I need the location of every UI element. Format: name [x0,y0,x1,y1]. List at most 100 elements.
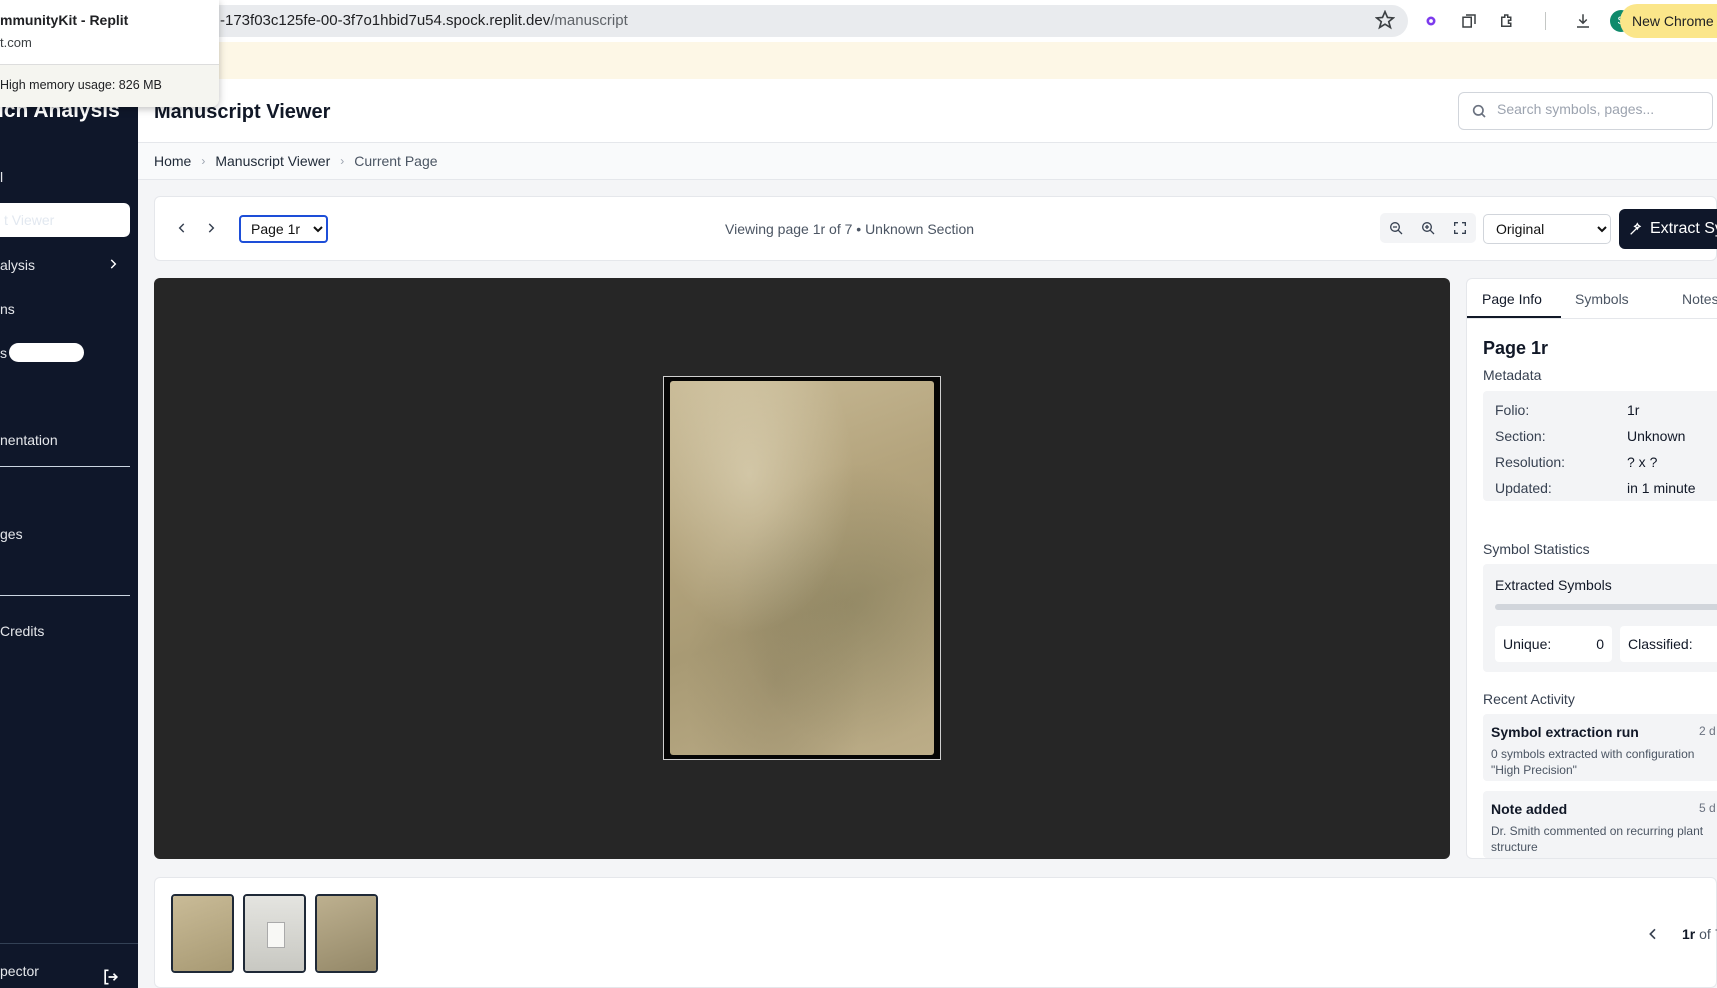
sidebar-item-label: t Viewer [4,212,55,228]
zoom-in-icon[interactable] [1420,220,1436,236]
hover-card-domain: t.com [0,35,32,50]
unique-value: 0 [1596,636,1604,652]
activity-description: 0 symbols extracted with configuration "… [1491,747,1695,777]
metadata-label: Section: [1495,428,1546,444]
extracted-symbols-label: Extracted Symbols [1495,577,1612,593]
hover-card-title: mmunityKit - Replit [0,12,129,28]
tab-page-info[interactable]: Page Info [1482,291,1542,307]
unique-label: Unique: [1503,636,1552,652]
sidebar-divider [0,595,130,596]
metadata-heading: Metadata [1483,367,1542,383]
metadata-value: ? x ? [1627,454,1658,470]
page-select[interactable]: Page 1r [239,215,328,243]
thumbnail-strip: 1r of 7 [154,877,1717,988]
folio-image [670,381,934,755]
download-icon[interactable] [1572,10,1594,32]
wand-icon [1630,222,1642,235]
view-mode-select[interactable]: Original [1483,214,1611,244]
active-tab-indicator [1467,316,1561,318]
search-icon [1472,104,1486,118]
metadata-label: Updated: [1495,480,1552,496]
page-header: Manuscript Viewer [138,79,1717,143]
fullscreen-icon[interactable] [1452,220,1468,236]
extract-button-label: Extract Sy [1650,220,1717,237]
viewer-toolbar: Page 1r Viewing page 1r of 7 • Unknown S… [154,196,1717,261]
sidebar-item-symbols[interactable]: s [0,345,7,361]
activity-description: Dr. Smith commented on recurring plant s… [1491,824,1704,854]
breadcrumb-manuscript-viewer[interactable]: Manuscript Viewer [215,153,330,169]
sidebar-footer-divider [0,943,138,944]
activity-title: Symbol extraction run [1491,724,1639,740]
panel-page-title: Page 1r [1483,338,1549,358]
activity-item: Symbol extraction run 2 d 0 symbols extr… [1483,714,1717,781]
unique-count-card: Unique: 0 [1495,626,1612,662]
breadcrumb-current: Current Page [354,153,438,169]
sidebar-item-dashboard[interactable]: l [0,169,3,185]
extensions-icon[interactable] [1496,10,1518,32]
browser-toolbar: -173f03c125fe-00-3f7o1hbid7u54.spock.rep… [0,0,1717,42]
viewing-status: Viewing page 1r of 7 • Unknown Section [725,221,975,237]
divider-icon [1534,10,1556,32]
sidebar-footer-user: pector [0,963,39,979]
classified-count-card: Classified: [1620,626,1717,662]
pager-suffix: of 7 [1699,926,1717,942]
breadcrumb-home[interactable]: Home [154,153,191,169]
sidebar-divider [0,466,130,467]
next-page-button[interactable] [198,215,224,241]
recent-activity-heading: Recent Activity [1483,691,1575,707]
breadcrumb: Home › Manuscript Viewer › Current Page [154,153,438,169]
pager-status: 1r of 7 [1682,926,1717,942]
sidebar-item-manuscript-viewer[interactable]: t Viewer [0,203,130,237]
bookmark-star-icon[interactable] [1375,10,1395,30]
manuscript-canvas[interactable] [154,278,1450,859]
folio-image-frame [663,376,941,760]
sidebar-item-credits[interactable]: Credits [0,623,44,639]
breadcrumb-separator-icon: › [340,154,345,168]
url-path: /manuscript [550,12,628,29]
info-panel: Page Info Symbols Notes Page 1r Metadata… [1466,278,1717,859]
prev-page-button[interactable] [169,215,195,241]
symbol-statistics-box: Extracted Symbols Unique: 0 Classified: [1483,564,1717,672]
notice-bar [0,42,1717,79]
extract-symbols-button[interactable]: Extract Sy [1619,209,1717,249]
new-chrome-button[interactable]: New Chrome a [1620,4,1717,38]
page-thumbnail[interactable] [171,894,234,973]
chevron-left-icon[interactable] [1645,926,1661,942]
metadata-value: Unknown [1627,428,1686,444]
extracted-progress-bar [1495,604,1717,610]
metadata-value: 1r [1627,402,1640,418]
search-box[interactable] [1458,92,1713,130]
search-input[interactable] [1497,101,1697,117]
chevron-left-icon [178,223,185,233]
activity-title: Note added [1491,801,1568,817]
url-text[interactable]: -173f03c125fe-00-3f7o1hbid7u54.spock.rep… [220,12,628,29]
zoom-controls [1380,213,1476,243]
metadata-label: Resolution: [1495,454,1566,470]
extension-icons: S [1420,9,1632,33]
breadcrumb-bar: Home › Manuscript Viewer › Current Page [138,143,1717,180]
tab-notes[interactable]: Notes [1682,291,1717,307]
logout-icon[interactable] [101,967,121,987]
sidebar-item-documentation[interactable]: nentation [0,432,58,448]
activity-time: 2 d [1699,724,1716,738]
classified-label: Classified: [1628,636,1693,652]
sidebar-item-images[interactable]: ges [0,526,23,542]
panel-tabs: Page Info Symbols Notes [1467,279,1717,319]
chevron-right-icon [208,223,215,233]
url-host: -173f03c125fe-00-3f7o1hbid7u54.spock.rep… [220,12,551,29]
activity-time: 5 d [1699,801,1716,815]
chevron-right-icon[interactable] [106,257,120,271]
extension-puzzle-purple-icon[interactable] [1420,10,1442,32]
sidebar-item-analysis[interactable]: alysis [0,257,35,273]
sidebar-item-patterns[interactable]: ns [0,301,15,317]
symbol-statistics-heading: Symbol Statistics [1483,541,1590,557]
metadata-box: Folio: 1r Section: Unknown Resolution: ?… [1483,391,1717,501]
page-thumbnail[interactable] [315,894,378,973]
tab-symbols[interactable]: Symbols [1575,291,1629,307]
zoom-out-icon[interactable] [1388,220,1404,236]
pager-current: 1r [1682,926,1696,942]
sidebar: ich Analysis l t Viewer alysis ns s nent… [0,79,138,988]
metadata-value: in 1 minute [1627,480,1696,496]
tab-search-icon[interactable] [1458,10,1480,32]
page-thumbnail[interactable] [243,894,306,973]
